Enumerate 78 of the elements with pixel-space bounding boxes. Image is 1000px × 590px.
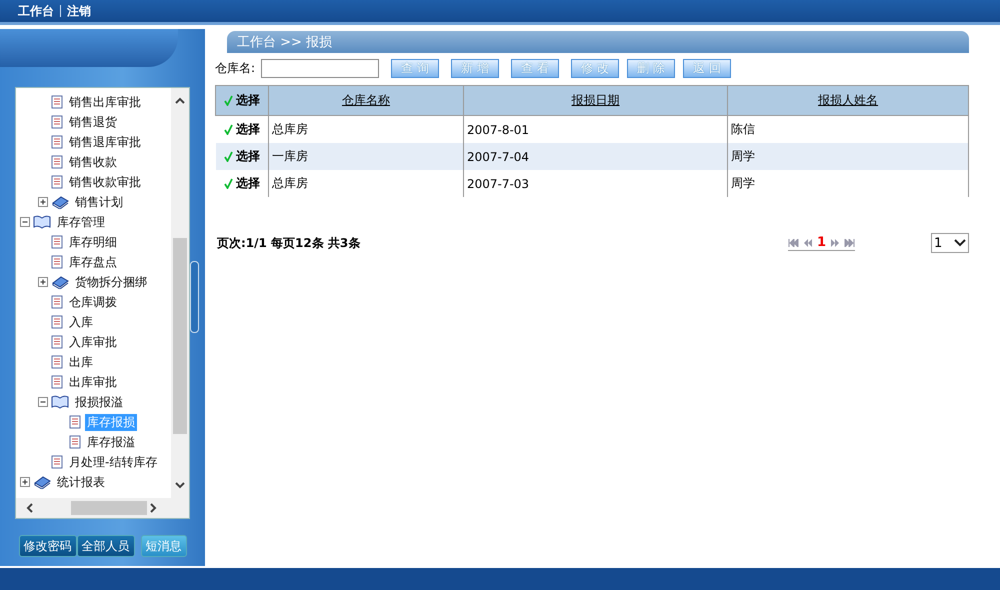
- field-label: 仓库名:: [215, 60, 256, 77]
- tree-item[interactable]: 库存盘点: [67, 254, 119, 270]
- document-icon: [51, 115, 63, 129]
- tree-item[interactable]: 销售计划: [73, 194, 125, 210]
- document-icon: [51, 255, 63, 269]
- tree-item[interactable]: 库存报溢: [85, 434, 137, 450]
- tree-item[interactable]: 库存明细: [67, 234, 119, 250]
- expand-icon[interactable]: [20, 476, 31, 488]
- first-page-icon[interactable]: [788, 238, 799, 246]
- select-link[interactable]: 选择: [236, 149, 260, 163]
- all-staff-button[interactable]: 全部人员: [76, 535, 134, 557]
- open-book-icon: [33, 215, 51, 229]
- vertical-scrollbar[interactable]: [171, 88, 189, 498]
- column-header[interactable]: 报损日期: [463, 86, 728, 116]
- document-icon: [51, 135, 63, 149]
- check-icon: [224, 124, 233, 136]
- page-select[interactable]: 1: [931, 233, 969, 253]
- current-page[interactable]: 1: [816, 235, 826, 250]
- dropdown-icon: [954, 239, 966, 247]
- tree-item[interactable]: 入库审批: [67, 334, 119, 350]
- document-icon: [51, 455, 63, 469]
- horizontal-scrollbar[interactable]: [16, 498, 189, 518]
- tree-item[interactable]: 销售收款审批: [67, 174, 143, 190]
- document-icon: [51, 375, 63, 389]
- tree-item[interactable]: 销售出库审批: [67, 94, 143, 110]
- table-cell: 总库房: [268, 170, 464, 197]
- book-icon: [51, 275, 69, 289]
- document-icon: [69, 415, 81, 429]
- tree-item[interactable]: 报损报溢: [73, 394, 125, 410]
- document-icon: [69, 435, 81, 449]
- document-icon: [51, 295, 63, 309]
- breadcrumb: 工作台 >> 报损: [227, 31, 969, 53]
- document-icon: [51, 155, 63, 169]
- tree-item[interactable]: 销售收款: [67, 154, 119, 170]
- column-header[interactable]: 报损人姓名: [728, 86, 968, 116]
- column-header[interactable]: 仓库名称: [268, 86, 464, 116]
- next-page-icon[interactable]: [830, 238, 840, 246]
- collapse-handle[interactable]: [190, 261, 199, 333]
- warehouse-field[interactable]: [261, 59, 380, 78]
- expand-icon[interactable]: [38, 196, 49, 208]
- check-icon: [224, 178, 233, 190]
- tree-item[interactable]: 库存管理: [55, 214, 107, 230]
- top-link[interactable]: 工作台: [18, 2, 54, 20]
- last-page-icon[interactable]: [844, 238, 855, 246]
- tree-item[interactable]: 出库审批: [67, 374, 119, 390]
- column-header: 选择: [236, 93, 260, 107]
- document-icon: [51, 95, 63, 109]
- scroll-up-icon[interactable]: [174, 96, 186, 106]
- collapse-icon[interactable]: [20, 216, 31, 228]
- book-icon: [51, 195, 69, 209]
- check-icon: [224, 95, 233, 106]
- table-cell: 周学: [728, 170, 968, 197]
- tree-item[interactable]: 入库: [67, 314, 95, 330]
- tree-item[interactable]: 月处理-结转库存: [67, 454, 160, 470]
- tree-item[interactable]: 统计报表: [55, 474, 107, 490]
- change-password-button[interactable]: 修改密码: [18, 535, 76, 557]
- previous-page-icon[interactable]: [802, 238, 813, 246]
- book-icon: [33, 475, 51, 489]
- tree-item[interactable]: 仓库调拨: [67, 294, 119, 310]
- table-cell: 2007-7-03: [463, 170, 728, 197]
- collapse-icon[interactable]: [38, 396, 49, 408]
- document-icon: [51, 175, 63, 189]
- document-icon: [51, 355, 63, 369]
- tree-item[interactable]: 销售退库审批: [67, 134, 143, 150]
- page-summary: 页次:1/1 每页12条 共3条: [217, 234, 360, 252]
- top-link[interactable]: 注销: [67, 2, 91, 20]
- select-link[interactable]: 选择: [236, 176, 260, 190]
- document-icon: [51, 315, 63, 329]
- tree-item[interactable]: 货物拆分捆绑: [73, 274, 149, 290]
- tree-item[interactable]: 销售退货: [67, 114, 119, 130]
- expand-icon[interactable]: [38, 276, 49, 288]
- open-book-icon: [51, 395, 69, 409]
- document-icon: [51, 335, 63, 349]
- document-icon: [51, 235, 63, 249]
- check-icon: [224, 151, 233, 162]
- tree-item[interactable]: 出库: [67, 354, 95, 370]
- select-link[interactable]: 选择: [236, 122, 260, 136]
- scroll-down-icon[interactable]: [174, 480, 186, 490]
